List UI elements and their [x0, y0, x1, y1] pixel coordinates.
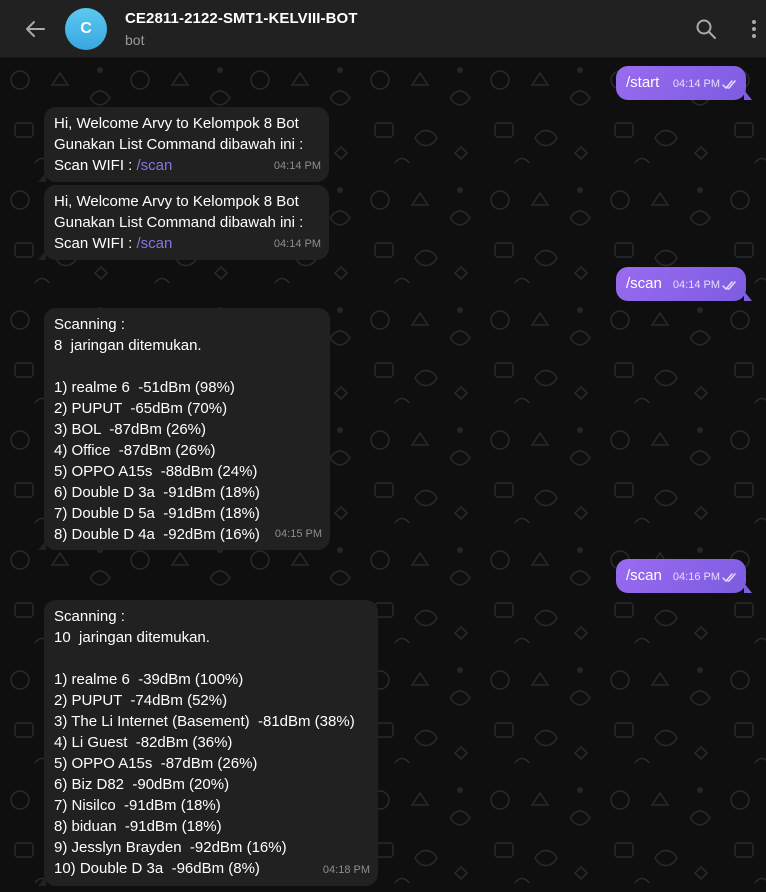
double-check-icon	[722, 280, 736, 290]
command-link[interactable]: /scan	[137, 235, 173, 252]
message-time: 04:14 PM	[673, 275, 738, 296]
message-timestamp: 04:14 PM	[672, 279, 720, 291]
outgoing-message[interactable]: /scan 04:14 PM	[616, 267, 752, 301]
back-arrow-icon[interactable]	[24, 18, 46, 40]
double-check-icon	[722, 572, 736, 582]
message-timestamp: 04:16 PM	[672, 571, 720, 583]
command-link[interactable]: /scan	[137, 157, 173, 174]
outgoing-message[interactable]: /start 04:14 PM	[616, 66, 752, 100]
incoming-message[interactable]: Hi, Welcome Arvy to Kelompok 8 Bot Gunak…	[38, 185, 329, 260]
double-check-icon	[722, 79, 736, 89]
scan-result-text: Scanning : 10 jaringan ditemukan. 1) rea…	[54, 608, 355, 877]
message-timestamp: 04:15 PM	[274, 528, 322, 540]
message-text: /scan	[626, 275, 662, 292]
message-text: /scan	[626, 567, 662, 584]
incoming-message[interactable]: Hi, Welcome Arvy to Kelompok 8 Bot Gunak…	[38, 107, 329, 182]
more-options-icon[interactable]	[744, 18, 764, 40]
message-line: Hi, Welcome Arvy to Kelompok 8 Bot	[54, 115, 299, 132]
message-timestamp: 04:14 PM	[672, 78, 720, 90]
message-line: Hi, Welcome Arvy to Kelompok 8 Bot	[54, 193, 299, 210]
message-time: 04:16 PM	[673, 567, 738, 588]
chat-subtitle: bot	[125, 32, 145, 48]
incoming-message[interactable]: Scanning : 8 jaringan ditemukan. 1) real…	[38, 308, 330, 550]
message-line: Gunakan List Command dibawah ini :	[54, 214, 304, 231]
message-timestamp: 04:18 PM	[322, 864, 370, 876]
chat-header: C CE2811-2122-SMT1-KELVIII-BOT bot	[0, 0, 766, 58]
message-timestamp: 04:14 PM	[273, 160, 321, 172]
outgoing-message[interactable]: /scan 04:16 PM	[616, 559, 752, 593]
message-list[interactable]: /start 04:14 PM Hi, Welcome Arvy to Kelo…	[0, 58, 766, 892]
incoming-message[interactable]: Scanning : 10 jaringan ditemukan. 1) rea…	[38, 600, 378, 886]
search-icon[interactable]	[695, 18, 717, 40]
chat-title[interactable]: CE2811-2122-SMT1-KELVIII-BOT	[125, 10, 358, 27]
message-line: Gunakan List Command dibawah ini :	[54, 136, 304, 153]
scan-result-text: Scanning : 8 jaringan ditemukan. 1) real…	[54, 316, 260, 543]
message-timestamp: 04:14 PM	[273, 238, 321, 250]
message-time: 04:14 PM	[673, 74, 738, 95]
avatar[interactable]: C	[65, 8, 107, 50]
message-text: /start	[626, 74, 660, 91]
